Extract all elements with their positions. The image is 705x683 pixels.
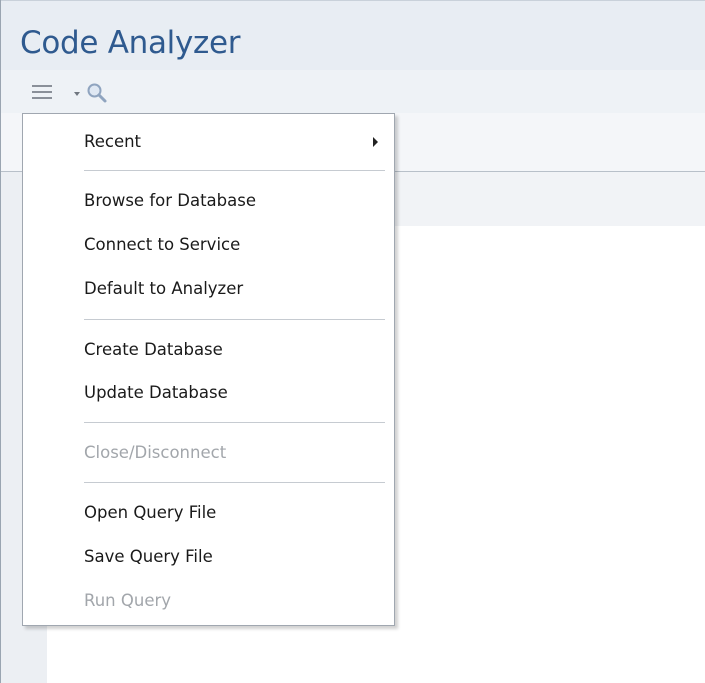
menu-item-update-database[interactable]: Update Database	[23, 376, 394, 410]
menu-separator	[84, 319, 385, 320]
menu-item-label: Update Database	[84, 383, 228, 402]
search-icon[interactable]	[86, 82, 108, 104]
menu-item-recent[interactable]: Recent	[23, 125, 394, 159]
menu-item-label: Recent	[84, 132, 142, 151]
menu-item-open-query-file[interactable]: Open Query File	[23, 496, 394, 530]
menu-item-label: Close/Disconnect	[84, 443, 227, 462]
menu-item-default-to-analyzer[interactable]: Default to Analyzer	[23, 272, 394, 306]
top-border	[0, 0, 705, 1]
code-analyzer-window: Code Analyzer Recent Browse for Database…	[0, 0, 705, 683]
main-dropdown-menu: Recent Browse for Database Connect to Se…	[22, 113, 395, 626]
menu-item-label: Open Query File	[84, 503, 217, 522]
menu-item-close-disconnect: Close/Disconnect	[23, 436, 394, 470]
menu-separator	[84, 482, 385, 483]
submenu-arrow-icon	[373, 137, 378, 147]
menu-item-label: Run Query	[84, 591, 172, 610]
menu-item-run-query: Run Query	[23, 584, 394, 618]
menu-separator	[84, 170, 385, 171]
menu-item-label: Connect to Service	[84, 235, 241, 254]
chevron-down-icon[interactable]	[74, 92, 80, 96]
menu-item-create-database[interactable]: Create Database	[23, 333, 394, 367]
menu-item-label: Default to Analyzer	[84, 279, 244, 298]
hamburger-menu-icon[interactable]	[30, 80, 54, 104]
menu-item-browse-for-database[interactable]: Browse for Database	[23, 184, 394, 218]
menu-item-label: Save Query File	[84, 547, 213, 566]
window-title: Code Analyzer	[20, 25, 241, 61]
menu-item-label: Browse for Database	[84, 191, 256, 210]
menu-item-save-query-file[interactable]: Save Query File	[23, 540, 394, 574]
menu-separator	[84, 422, 385, 423]
menu-item-connect-to-service[interactable]: Connect to Service	[23, 228, 394, 262]
menu-item-label: Create Database	[84, 340, 223, 359]
